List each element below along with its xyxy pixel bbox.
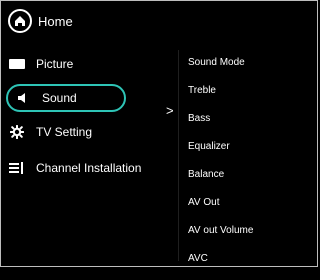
gear-icon <box>8 123 26 141</box>
submenu-item-sound-mode[interactable]: Sound Mode <box>188 56 253 84</box>
menu-item-label: Channel Installation <box>36 161 142 175</box>
submenu-item-equalizer[interactable]: Equalizer <box>188 140 253 168</box>
page-title: Home <box>38 13 73 29</box>
menu-item-label: TV Setting <box>36 125 93 139</box>
menu-item-label: Picture <box>36 57 74 71</box>
submenu-arrow-icon: > <box>166 103 174 118</box>
menu-item-label: Sound <box>42 91 77 105</box>
submenu-item-av-out-volume[interactable]: AV out Volume <box>188 224 253 252</box>
home-icon[interactable] <box>8 9 32 33</box>
submenu-item-av-out[interactable]: AV Out <box>188 196 253 224</box>
channel-list-icon <box>8 159 26 177</box>
sound-submenu: Sound Mode Treble Bass Equalizer Balance… <box>188 56 253 280</box>
submenu-item-treble[interactable]: Treble <box>188 84 253 112</box>
submenu-item-avc[interactable]: AVC <box>188 252 253 280</box>
submenu-item-balance[interactable]: Balance <box>188 168 253 196</box>
speaker-icon <box>14 89 32 107</box>
header: Home <box>8 6 73 36</box>
menu-item-channel-installation[interactable]: Channel Installation <box>8 152 178 184</box>
main-menu: Picture Sound TV Setting Channel Install… <box>6 48 178 188</box>
submenu-item-bass[interactable]: Bass <box>188 112 253 140</box>
menu-item-sound[interactable]: Sound <box>6 84 126 112</box>
menu-divider <box>178 50 179 261</box>
picture-icon <box>8 55 26 73</box>
menu-item-tv-setting[interactable]: TV Setting <box>8 116 178 148</box>
menu-item-picture[interactable]: Picture <box>8 48 178 80</box>
